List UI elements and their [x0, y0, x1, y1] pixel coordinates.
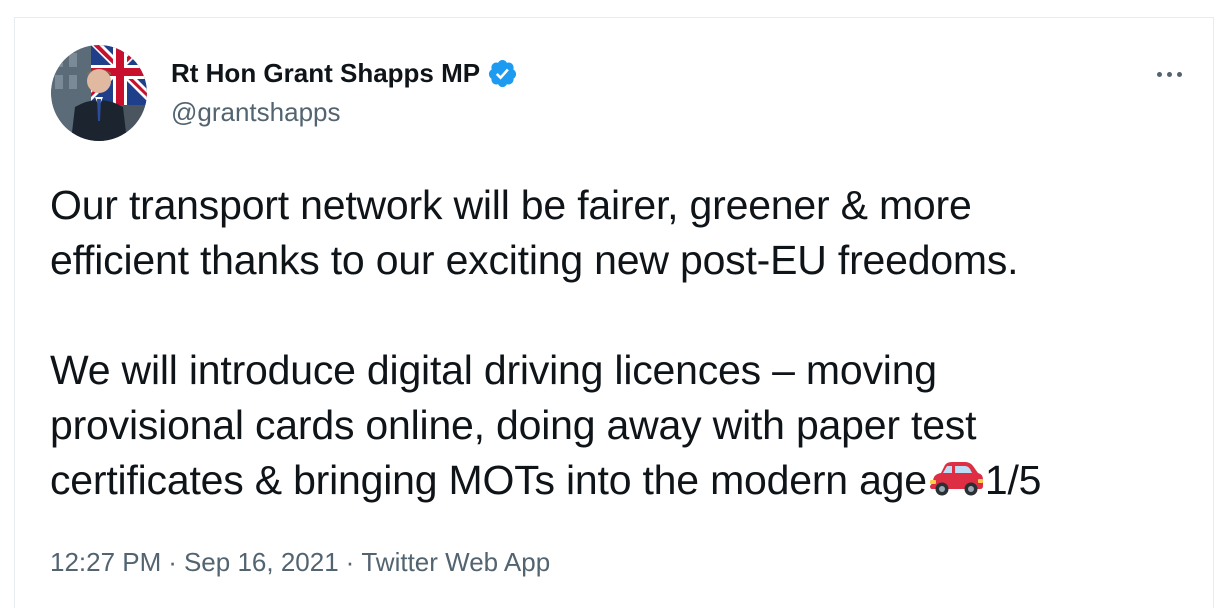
tweet-text: Our transport network will be fairer, gr… — [50, 178, 1200, 508]
car-emoji-icon — [927, 457, 985, 497]
handle[interactable]: @grantshapps — [171, 96, 341, 128]
tweet-line: We will introduce digital driving licenc… — [50, 347, 937, 393]
tweet-date[interactable]: Sep 16, 2021 — [184, 547, 339, 577]
meta-separator: · — [345, 547, 355, 577]
tweet-source[interactable]: Twitter Web App — [361, 547, 550, 577]
avatar[interactable] — [51, 45, 147, 141]
meta-separator: · — [168, 547, 177, 577]
tweet-line: provisional cards online, doing away wit… — [50, 402, 977, 448]
tweet-meta: 12:27 PM · Sep 16, 2021 · Twitter Web App — [50, 546, 550, 578]
author-name-row[interactable]: Rt Hon Grant Shapps MP — [171, 57, 518, 89]
more-options-icon[interactable] — [1149, 60, 1189, 88]
tweet-line-last: certificates & bringing MOTs into the mo… — [50, 453, 1200, 508]
tweet-line: Our transport network will be fairer, gr… — [50, 182, 972, 228]
tweet-time[interactable]: 12:27 PM — [50, 547, 161, 577]
tweet-line: certificates & bringing MOTs into the mo… — [50, 457, 927, 503]
tweet-card: Rt Hon Grant Shapps MP @grantshapps Our … — [14, 17, 1214, 608]
tweet-line: efficient thanks to our exciting new pos… — [50, 237, 1019, 283]
verified-badge-icon — [487, 58, 518, 89]
display-name[interactable]: Rt Hon Grant Shapps MP — [171, 57, 480, 89]
thread-counter: 1/5 — [984, 457, 1042, 503]
